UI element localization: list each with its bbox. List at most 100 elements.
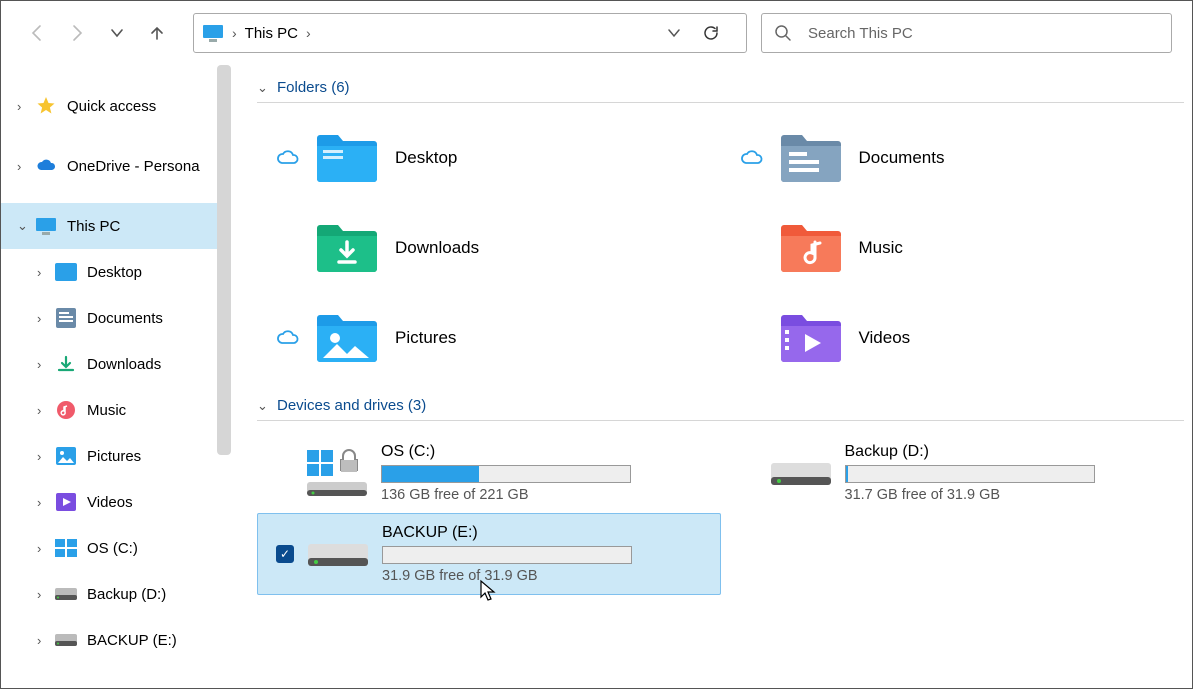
tree-label: This PC [67, 218, 120, 235]
tree-music[interactable]: › Music [1, 387, 231, 433]
tree-label: OS (C:) [87, 540, 138, 557]
chevron-right-icon[interactable]: › [37, 495, 55, 510]
drive-free-text: 31.9 GB free of 31.9 GB [382, 568, 632, 584]
storage-bar [381, 465, 631, 483]
documents-folder-icon [777, 130, 845, 186]
cloud-sync-icon [739, 149, 773, 167]
tree-drive-d[interactable]: › Backup (D:) [1, 571, 231, 617]
tree-pictures[interactable]: › Pictures [1, 433, 231, 479]
folder-videos[interactable]: Videos [721, 293, 1185, 383]
pictures-folder-icon [313, 310, 381, 366]
tree-label: Backup (D:) [87, 586, 166, 603]
drive-free-text: 136 GB free of 221 GB [381, 487, 631, 503]
drive-label: BACKUP (E:) [382, 524, 632, 542]
group-count: (6) [331, 79, 349, 96]
system-drive-icon [303, 445, 373, 501]
music-folder-icon [55, 399, 77, 421]
folder-music[interactable]: Music [721, 203, 1185, 293]
folder-label: Pictures [395, 328, 456, 348]
breadcrumb-sep: › [302, 25, 315, 41]
tree-quick-access[interactable]: › Quick access [1, 83, 231, 129]
star-icon [35, 95, 57, 117]
nav-back-button[interactable] [21, 17, 53, 49]
chevron-down-icon[interactable]: ⌄ [257, 398, 277, 414]
drive-icon [304, 526, 374, 582]
chevron-right-icon[interactable]: › [37, 587, 55, 602]
nav-forward-button[interactable] [61, 17, 93, 49]
drive-icon [55, 583, 77, 605]
cloud-sync-icon [275, 149, 309, 167]
folder-downloads[interactable]: Downloads [257, 203, 721, 293]
drive-backup-d[interactable]: Backup (D:) 31.7 GB free of 31.9 GB [721, 433, 1185, 513]
folder-documents[interactable]: Documents [721, 113, 1185, 203]
content-pane: ⌄ Folders (6) Desktop [231, 65, 1192, 688]
storage-bar [845, 465, 1095, 483]
nav-recent-dropdown[interactable] [101, 17, 133, 49]
group-title: Devices and drives [277, 397, 404, 414]
drive-icon [55, 629, 77, 651]
drive-free-text: 31.7 GB free of 31.9 GB [845, 487, 1095, 503]
tree-label: Downloads [87, 356, 161, 373]
tree-label: Videos [87, 494, 133, 511]
nav-up-button[interactable] [141, 17, 173, 49]
folder-label: Downloads [395, 238, 479, 258]
folder-label: Desktop [395, 148, 457, 168]
downloads-folder-icon [55, 353, 77, 375]
search-input[interactable]: Search This PC [761, 13, 1172, 53]
group-header-drives[interactable]: ⌄ Devices and drives (3) [257, 397, 1184, 421]
chevron-right-icon[interactable]: › [37, 357, 55, 372]
navigation-tree: › Quick access › OneDrive - Persona ⌄ Th… [1, 65, 231, 688]
folder-desktop[interactable]: Desktop [257, 113, 721, 203]
group-header-folders[interactable]: ⌄ Folders (6) [257, 79, 1184, 103]
documents-folder-icon [55, 307, 77, 329]
chevron-right-icon[interactable]: › [37, 449, 55, 464]
tree-videos[interactable]: › Videos [1, 479, 231, 525]
group-count: (3) [408, 397, 426, 414]
chevron-right-icon[interactable]: › [17, 99, 35, 114]
sidebar-scrollbar[interactable] [217, 65, 231, 455]
tree-label: Documents [87, 310, 163, 327]
tree-label: Music [87, 402, 126, 419]
folder-pictures[interactable]: Pictures [257, 293, 721, 383]
videos-folder-icon [777, 310, 845, 366]
chevron-right-icon[interactable]: › [37, 403, 55, 418]
chevron-down-icon[interactable]: ⌄ [257, 80, 277, 96]
drive-os-c[interactable]: OS (C:) 136 GB free of 221 GB [257, 433, 721, 513]
storage-bar [382, 546, 632, 564]
cursor-icon [479, 579, 497, 603]
tree-label: OneDrive - Persona [67, 158, 200, 175]
tree-drive-e[interactable]: › BACKUP (E:) [1, 617, 231, 663]
folder-label: Music [859, 238, 903, 258]
tree-drive-c[interactable]: › OS (C:) [1, 525, 231, 571]
music-folder-icon [777, 220, 845, 276]
tree-downloads[interactable]: › Downloads [1, 341, 231, 387]
drive-icon [767, 445, 837, 501]
address-dropdown-button[interactable] [666, 25, 702, 41]
pictures-folder-icon [55, 445, 77, 467]
folder-label: Videos [859, 328, 911, 348]
drive-label: Backup (D:) [845, 443, 1095, 461]
selected-checkbox[interactable]: ✓ [276, 545, 304, 563]
cloud-icon [35, 155, 57, 177]
breadcrumb-location[interactable]: This PC [241, 25, 302, 42]
tree-label: BACKUP (E:) [87, 632, 177, 649]
tree-desktop[interactable]: › Desktop [1, 249, 231, 295]
address-bar[interactable]: › This PC › [193, 13, 747, 53]
system-drive-icon [55, 537, 77, 559]
chevron-down-icon[interactable]: ⌄ [17, 218, 35, 234]
chevron-right-icon[interactable]: › [37, 265, 55, 280]
chevron-right-icon[interactable]: › [17, 159, 35, 174]
refresh-button[interactable] [702, 24, 738, 42]
breadcrumb-sep: › [228, 25, 241, 41]
videos-folder-icon [55, 491, 77, 513]
chevron-right-icon[interactable]: › [37, 541, 55, 556]
tree-documents[interactable]: › Documents [1, 295, 231, 341]
chevron-right-icon[interactable]: › [37, 311, 55, 326]
desktop-folder-icon [55, 261, 77, 283]
chevron-right-icon[interactable]: › [37, 633, 55, 648]
group-title: Folders [277, 79, 327, 96]
tree-onedrive[interactable]: › OneDrive - Persona [1, 143, 231, 189]
tree-this-pc[interactable]: ⌄ This PC [1, 203, 231, 249]
drive-label: OS (C:) [381, 443, 631, 461]
monitor-icon [202, 24, 224, 42]
